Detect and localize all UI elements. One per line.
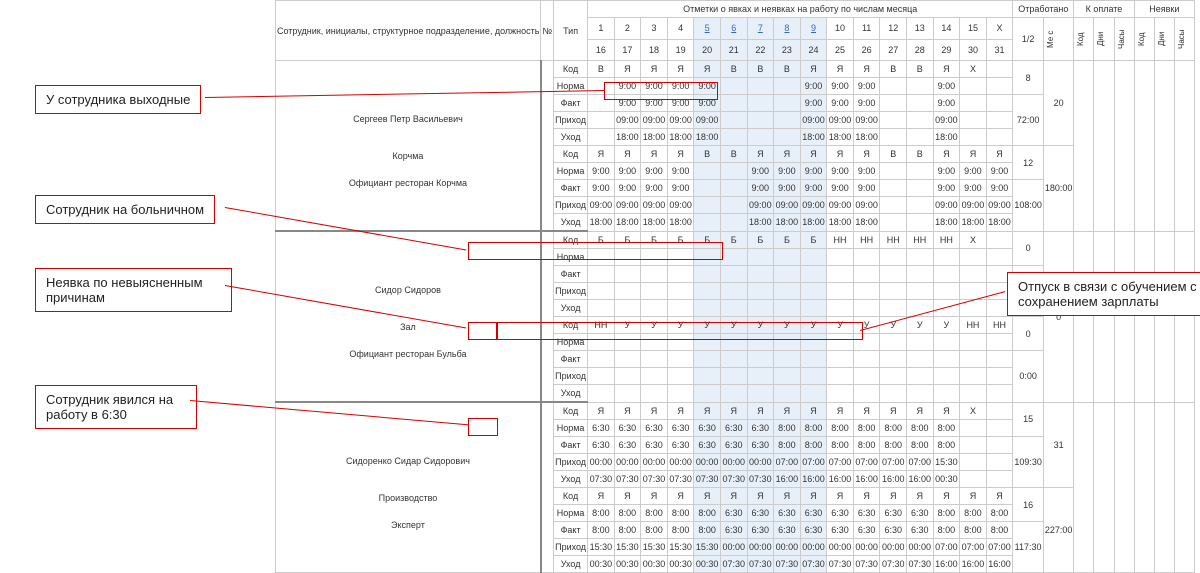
callout-study: Отпуск в связи с обучением с сохранением…	[1007, 272, 1200, 316]
callout-weekend: У сотрудника выходные	[35, 85, 201, 114]
callout-sick: Сотрудник на больничном	[35, 195, 215, 224]
callout-unknown: Неявка по невыясненным причинам	[35, 268, 232, 312]
callout-arrived: Сотрудник явился на работу в 6:30	[35, 385, 197, 429]
